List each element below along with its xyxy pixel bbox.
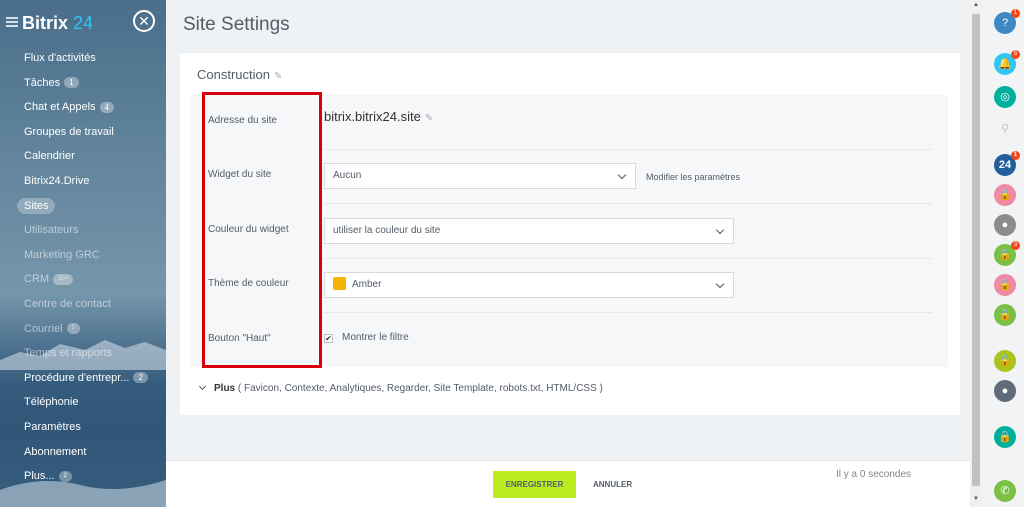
chevron-down-icon <box>617 170 627 180</box>
left-sidebar: Bitrix 24 ✕ Flux d'activités Tâches 1 Cha… <box>0 0 166 507</box>
bell-icon[interactable]: 🔔 5 <box>994 50 1020 75</box>
section-title-label: Construction <box>197 67 270 82</box>
page-title: Site Settings <box>183 14 290 35</box>
sidebar-item-chat[interactable]: Chat et Appels 4 <box>0 95 166 120</box>
sidebar-item-calendrier[interactable]: Calendrier <box>0 144 166 169</box>
color-swatch <box>333 276 346 290</box>
lock-icon[interactable]: 🔒 3 <box>994 241 1020 266</box>
scroll-thumb[interactable] <box>972 14 980 486</box>
sidebar-item-contact-center[interactable]: Centre de contact <box>0 292 166 317</box>
vertical-scrollbar[interactable]: ▲ ▼ <box>970 0 982 507</box>
sidebar-item-drive[interactable]: Bitrix24.Drive <box>0 169 166 194</box>
chevron-down-icon <box>715 279 725 289</box>
show-filter-checkbox[interactable]: ✔ <box>324 334 333 343</box>
sidebar-item-courriel[interactable]: Courriel 5 <box>0 317 166 342</box>
lock-icon[interactable]: 🔒 <box>994 184 1016 206</box>
widget-select[interactable]: Aucun <box>324 163 636 189</box>
count-badge: 2 <box>133 372 148 384</box>
chevron-down-icon <box>198 382 207 391</box>
lock-icon[interactable]: 🔒 <box>994 274 1016 296</box>
sidebar-item-plus[interactable]: Plus... 2 <box>0 464 166 489</box>
notification-badge: 1 <box>1011 151 1020 160</box>
avatar[interactable]: ● <box>994 380 1016 402</box>
sidebar-item-abonnement[interactable]: Abonnement <box>0 440 166 465</box>
sidebar-menu: Flux d'activités Tâches 1 Chat et Appels 4… <box>0 46 166 489</box>
phone-icon[interactable]: ✆ <box>994 480 1016 502</box>
cancel-button[interactable]: ANNULER <box>593 480 632 489</box>
sidebar-item-sites[interactable]: Sites <box>0 194 166 219</box>
help-icon[interactable]: ? 1 <box>994 9 1020 34</box>
notification-badge: 1 <box>1011 9 1020 18</box>
sidebar-item-temps[interactable]: Temps et rapports <box>0 341 166 366</box>
count-badge: 50+ <box>53 273 74 285</box>
bitrix24-logo[interactable]: Bitrix 24 <box>22 13 93 34</box>
close-icon[interactable]: ✕ <box>133 10 155 32</box>
address-row: Adresse du site bitrix.bitrix24.site ✎ <box>190 95 948 149</box>
theme-label: Thème de couleur <box>208 278 289 289</box>
top-button-row: Bouton "Haut" ✔ Montrer le filtre <box>190 313 948 367</box>
scroll-down-icon[interactable]: ▼ <box>973 496 979 502</box>
menu-icon[interactable] <box>6 17 18 28</box>
widget-color-select-value: utiliser la couleur du site <box>333 225 441 236</box>
right-toolbar: ? 1 🔔 5 ◎ ⚲ 24 1 🔒 ● 🔒 3 🔒 🔒 🔒 ● 🔒 ✆ <box>982 0 1024 507</box>
save-button[interactable]: ENREGISTRER <box>493 471 576 498</box>
notification-badge: 3 <box>1011 241 1020 250</box>
more-label: Plus <box>214 383 236 394</box>
widget-color-row: Couleur du widget utiliser la couleur du… <box>190 204 948 258</box>
bitrix24-chat-label: 24 <box>998 159 1012 171</box>
settings-form: Adresse du site bitrix.bitrix24.site ✎ Wi… <box>190 95 948 367</box>
count-badge: 4 <box>99 101 115 113</box>
lock-icon[interactable]: 🔒 <box>994 304 1016 326</box>
live-feed-icon[interactable]: ◎ <box>994 86 1016 108</box>
modify-settings-link[interactable]: Modifier les paramètres <box>646 172 740 182</box>
sidebar-item-groupes[interactable]: Groupes de travail <box>0 120 166 145</box>
save-timestamp: Il y a 0 secondes <box>836 469 912 480</box>
count-badge: 1 <box>64 77 79 89</box>
theme-row: Thème de couleur Amber <box>190 258 948 312</box>
widget-select-value: Aucun <box>333 170 362 181</box>
search-icon[interactable]: ⚲ <box>994 118 1016 140</box>
widget-row: Widget du site Aucun Modifier les paramè… <box>190 149 948 203</box>
chevron-down-icon <box>715 225 725 235</box>
show-filter-label[interactable]: Montrer le filtre <box>342 332 409 343</box>
pencil-icon[interactable]: ✎ <box>425 113 433 124</box>
lock-icon[interactable]: 🔒 <box>994 350 1016 372</box>
address-label: Adresse du site <box>208 115 277 126</box>
widget-label: Widget du site <box>208 169 272 180</box>
bitrix24-chat-icon[interactable]: 24 1 <box>994 151 1020 176</box>
sidebar-item-procedure[interactable]: Procédure d'entrepr... 2 <box>0 366 166 391</box>
count-badge: 5 <box>66 323 80 335</box>
more-options-toggle[interactable]: Plus ( Favicon, Contexte, Analytiques, R… <box>198 382 603 394</box>
lock-icon[interactable]: 🔒 <box>994 426 1016 448</box>
theme-select-value: Amber <box>352 279 382 290</box>
logo-row: Bitrix 24 ✕ <box>0 8 166 38</box>
address-value: bitrix.bitrix24.site ✎ <box>324 109 433 124</box>
sidebar-item-telephonie[interactable]: Téléphonie <box>0 390 166 415</box>
address-text: bitrix.bitrix24.site <box>324 109 421 124</box>
widget-color-label: Couleur du widget <box>208 224 289 235</box>
footer-bar: ENREGISTRER ANNULER Il y a 0 secondes <box>166 460 970 507</box>
widget-color-select[interactable]: utiliser la couleur du site <box>324 218 734 244</box>
sidebar-item-marketing[interactable]: Marketing GRC <box>0 243 166 268</box>
main-content: Site Settings Construction ✎ Adresse du s… <box>166 0 970 507</box>
pencil-icon[interactable]: ✎ <box>274 71 282 82</box>
scroll-up-icon[interactable]: ▲ <box>973 2 979 8</box>
top-button-label: Bouton "Haut" <box>208 333 271 344</box>
more-items: ( Favicon, Contexte, Analytiques, Regard… <box>237 383 603 394</box>
sidebar-item-utilisateurs[interactable]: Utilisateurs <box>0 218 166 243</box>
avatar[interactable]: ● <box>994 214 1016 236</box>
notification-badge: 5 <box>1011 50 1020 59</box>
settings-card: Construction ✎ Adresse du site bitrix.bit… <box>180 53 960 415</box>
sidebar-item-flux[interactable]: Flux d'activités <box>0 46 166 71</box>
sidebar-item-crm[interactable]: CRM 50+ <box>0 267 166 292</box>
sidebar-item-parametres[interactable]: Paramètres <box>0 415 166 440</box>
count-badge: 2 <box>58 470 72 482</box>
theme-select[interactable]: Amber <box>324 272 734 298</box>
section-title: Construction ✎ <box>197 67 282 82</box>
sidebar-item-taches[interactable]: Tâches 1 <box>0 71 166 96</box>
